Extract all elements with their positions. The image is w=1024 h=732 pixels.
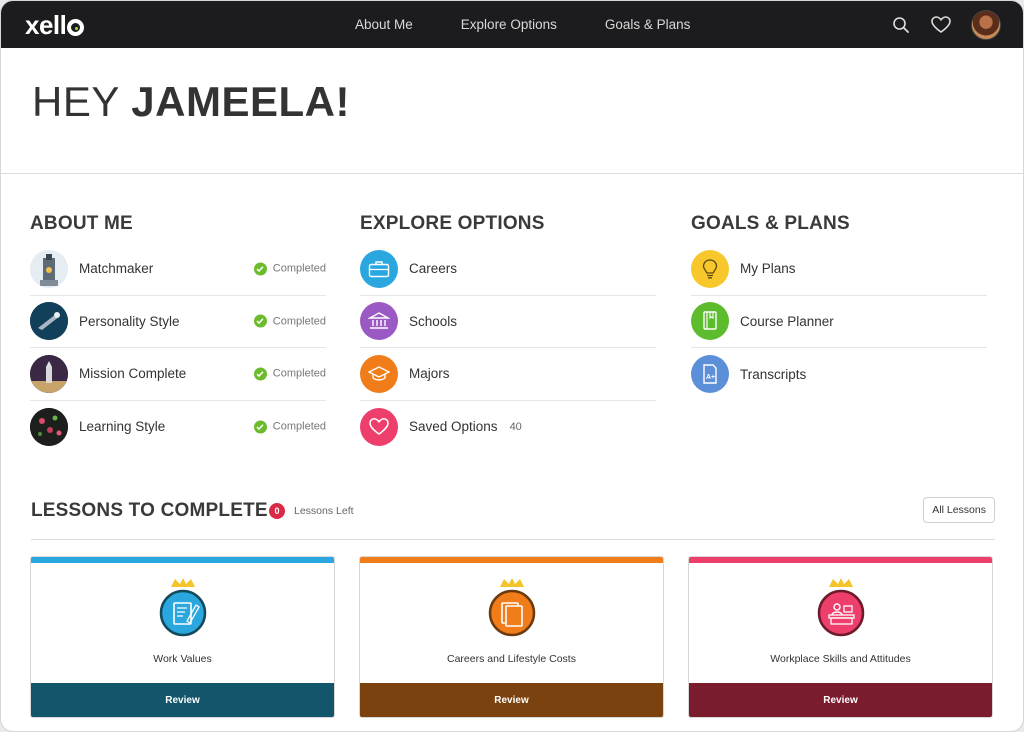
lessons-divider bbox=[31, 539, 995, 540]
section-divider bbox=[1, 173, 1023, 174]
lessons-left-indicator: 0 Lessons Left bbox=[269, 503, 354, 519]
completed-status: Completed bbox=[253, 314, 326, 328]
app-window: xell About Me Explore Options Goals & Pl… bbox=[1, 1, 1023, 731]
about-item-label: Mission Complete bbox=[79, 366, 187, 382]
lessons-left-label: Lessons Left bbox=[294, 505, 354, 517]
goals-item-transcripts[interactable]: A+ Transcripts bbox=[691, 348, 987, 401]
work-values-icon bbox=[159, 578, 206, 637]
logo-text: xell bbox=[25, 10, 67, 40]
all-lessons-button[interactable]: All Lessons bbox=[923, 497, 995, 523]
graduation-cap-icon bbox=[360, 354, 398, 393]
explore-item-saved-options[interactable]: Saved Options 40 bbox=[360, 401, 656, 454]
completed-status: Completed bbox=[253, 420, 326, 434]
book-icon bbox=[691, 302, 729, 341]
completed-status: Completed bbox=[253, 262, 326, 276]
status-text: Completed bbox=[272, 262, 326, 275]
about-item-mission-complete[interactable]: Mission Complete Completed bbox=[30, 348, 326, 401]
greeting-name: JAMEELA! bbox=[131, 78, 350, 125]
user-avatar[interactable] bbox=[971, 9, 1001, 40]
check-icon bbox=[253, 314, 267, 328]
goals-item-label: Transcripts bbox=[740, 366, 807, 382]
explore-options-heading: EXPLORE OPTIONS bbox=[360, 213, 545, 234]
explore-options-section: EXPLORE OPTIONS Careers Schools Majors S… bbox=[360, 213, 656, 453]
explore-item-careers[interactable]: Careers bbox=[360, 243, 656, 296]
xello-logo[interactable]: xell bbox=[25, 10, 85, 41]
greeting-hey: HEY bbox=[32, 78, 120, 125]
heart-icon[interactable] bbox=[931, 15, 951, 35]
careers-lifestyle-icon bbox=[488, 578, 535, 637]
search-icon[interactable] bbox=[891, 15, 911, 35]
review-button[interactable]: Review bbox=[31, 683, 334, 717]
completed-status: Completed bbox=[253, 367, 326, 381]
explore-item-schools[interactable]: Schools bbox=[360, 296, 656, 348]
lesson-card-careers-lifestyle-costs[interactable]: Careers and Lifestyle Costs Review bbox=[359, 556, 664, 718]
check-icon bbox=[253, 420, 267, 434]
lesson-card-title: Workplace Skills and Attitudes bbox=[770, 653, 911, 665]
about-item-learning-style[interactable]: Learning Style Completed bbox=[30, 401, 326, 454]
learning-style-thumbnail bbox=[30, 407, 68, 446]
explore-item-label: Careers bbox=[409, 261, 458, 277]
about-item-label: Personality Style bbox=[79, 313, 180, 329]
status-text: Completed bbox=[272, 420, 326, 433]
explore-item-label: Schools bbox=[409, 313, 458, 329]
card-accent-stripe bbox=[689, 557, 992, 563]
about-item-label: Learning Style bbox=[79, 419, 166, 435]
matchmaker-thumbnail bbox=[30, 249, 68, 288]
saved-options-count: 40 bbox=[509, 420, 522, 433]
nav-explore-options[interactable]: Explore Options bbox=[461, 17, 557, 32]
lessons-header: LESSONS TO COMPLETE 0 Lessons Left All L… bbox=[31, 497, 995, 525]
lessons-left-badge: 0 bbox=[269, 503, 285, 519]
status-text: Completed bbox=[272, 315, 326, 328]
check-icon bbox=[253, 367, 267, 381]
review-button[interactable]: Review bbox=[360, 683, 663, 717]
nav-about-me[interactable]: About Me bbox=[355, 17, 413, 32]
lesson-card-workplace-skills[interactable]: Workplace Skills and Attitudes Review bbox=[688, 556, 993, 718]
about-item-matchmaker[interactable]: Matchmaker Completed bbox=[30, 243, 326, 296]
explore-item-majors[interactable]: Majors bbox=[360, 348, 656, 401]
lesson-card-work-values[interactable]: Work Values Review bbox=[30, 556, 335, 718]
mission-complete-thumbnail bbox=[30, 354, 68, 393]
briefcase-icon bbox=[360, 249, 398, 288]
card-accent-stripe bbox=[31, 557, 334, 563]
goals-plans-heading: GOALS & PLANS bbox=[691, 213, 850, 234]
logo-o-mark bbox=[67, 19, 85, 36]
greeting-heading: HEY JAMEELA! bbox=[32, 78, 350, 126]
review-button[interactable]: Review bbox=[689, 683, 992, 717]
status-text: Completed bbox=[272, 367, 326, 380]
card-accent-stripe bbox=[360, 557, 663, 563]
check-icon bbox=[253, 262, 267, 276]
transcript-icon: A+ bbox=[691, 355, 729, 394]
goals-item-course-planner[interactable]: Course Planner bbox=[691, 296, 987, 348]
about-item-personality-style[interactable]: Personality Style Completed bbox=[30, 296, 326, 348]
about-me-section: ABOUT ME Matchmaker Completed Personalit… bbox=[30, 213, 326, 453]
about-me-heading: ABOUT ME bbox=[30, 213, 133, 234]
lesson-card-title: Work Values bbox=[153, 653, 212, 665]
lessons-heading: LESSONS TO COMPLETE bbox=[31, 500, 268, 521]
nav-goals-plans[interactable]: Goals & Plans bbox=[605, 17, 691, 32]
school-icon bbox=[360, 302, 398, 341]
about-item-label: Matchmaker bbox=[79, 261, 154, 277]
personality-style-thumbnail bbox=[30, 302, 68, 341]
goals-item-label: Course Planner bbox=[740, 313, 834, 329]
nav-actions bbox=[891, 1, 1001, 48]
goals-plans-section: GOALS & PLANS My Plans Course Planner A+… bbox=[691, 213, 987, 401]
explore-item-label: Saved Options bbox=[409, 419, 498, 435]
svg-text:A+: A+ bbox=[706, 374, 715, 381]
workplace-skills-icon bbox=[817, 578, 864, 637]
explore-item-label: Majors bbox=[409, 366, 450, 382]
heart-icon bbox=[360, 407, 398, 446]
main-nav: About Me Explore Options Goals & Plans bbox=[355, 1, 690, 48]
goals-item-label: My Plans bbox=[740, 261, 796, 277]
lesson-card-title: Careers and Lifestyle Costs bbox=[447, 653, 576, 665]
top-nav-bar: xell About Me Explore Options Goals & Pl… bbox=[1, 1, 1023, 48]
goals-item-my-plans[interactable]: My Plans bbox=[691, 243, 987, 296]
lightbulb-icon bbox=[691, 249, 729, 288]
